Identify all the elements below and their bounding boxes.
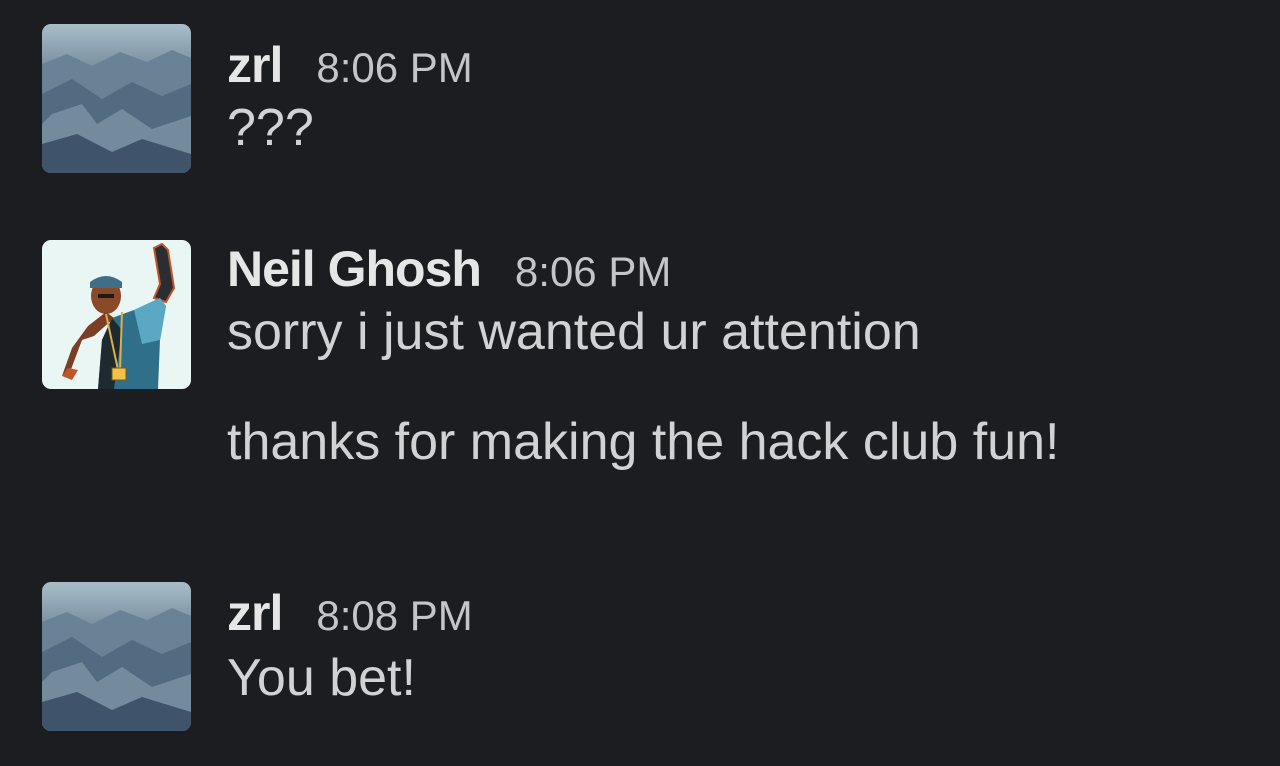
- message-text: thanks for making the hack club fun!: [227, 413, 1060, 471]
- timestamp[interactable]: 8:08 PM: [316, 592, 472, 640]
- sender-name[interactable]: zrl: [227, 584, 283, 642]
- message-text: sorry i just wanted ur attention: [227, 303, 921, 361]
- sender-name[interactable]: zrl: [227, 36, 283, 94]
- avatar[interactable]: [42, 582, 191, 731]
- mountain-avatar-image: [42, 582, 191, 731]
- mountain-avatar-image: [42, 24, 191, 173]
- message-text: You bet!: [227, 649, 416, 707]
- message-text: ???: [227, 99, 314, 157]
- timestamp[interactable]: 8:06 PM: [515, 248, 671, 296]
- avatar[interactable]: [42, 240, 191, 389]
- person-illustration-avatar-image: [42, 240, 191, 389]
- sender-name[interactable]: Neil Ghosh: [227, 240, 482, 298]
- avatar[interactable]: [42, 24, 191, 173]
- timestamp[interactable]: 8:06 PM: [316, 44, 472, 92]
